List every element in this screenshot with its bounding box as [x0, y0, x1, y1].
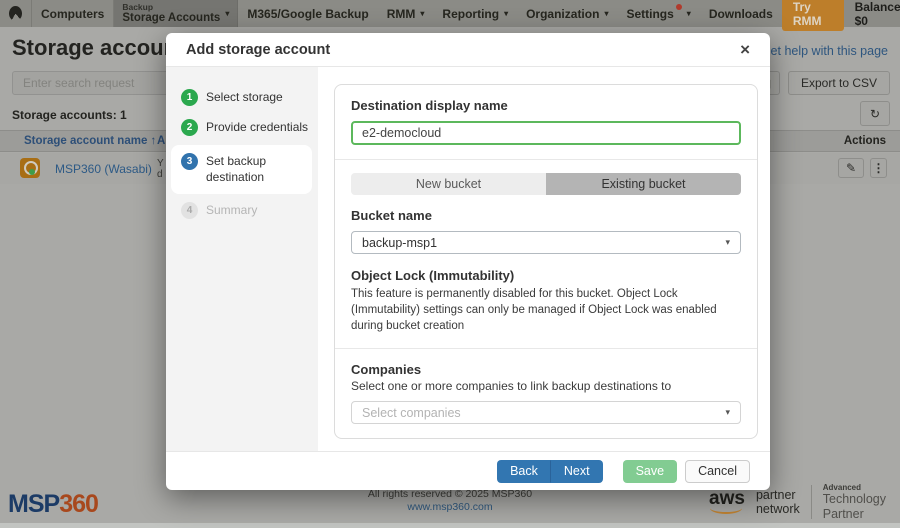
step-set-backup-destination[interactable]: 3 Set backup destination	[171, 145, 312, 194]
next-button[interactable]: Next	[551, 460, 603, 483]
nav-item-rmm[interactable]: RMM ▾	[378, 0, 434, 27]
export-csv-button[interactable]: Export to CSV	[788, 71, 890, 95]
column-header-storage-account-name[interactable]: Storage account name ↑	[24, 135, 156, 147]
caret-down-icon: ▾	[420, 10, 424, 18]
storage-accounts-count: Storage accounts: 1	[12, 108, 127, 122]
row-account-text: d	[157, 169, 163, 180]
caret-down-icon: ▾	[725, 237, 730, 248]
tab-new-bucket[interactable]: New bucket	[351, 173, 546, 195]
nav-item-settings[interactable]: Settings ▾	[617, 0, 699, 27]
bucket-tabs: New bucket Existing bucket	[351, 173, 741, 195]
wizard-stepper: 1 Select storage 2 Provide credentials 3…	[166, 67, 318, 451]
cancel-button[interactable]: Cancel	[685, 460, 750, 483]
nav-item-backup-storage-accounts[interactable]: Backup Storage Accounts ▾	[114, 0, 238, 27]
bottom-strip	[0, 523, 900, 528]
storage-account-link[interactable]: MSP360 (Wasabi)	[55, 162, 152, 176]
step-summary[interactable]: 4 Summary	[166, 196, 318, 226]
modal-footer: Back Next Save Cancel	[166, 451, 770, 490]
save-button[interactable]: Save	[623, 460, 678, 483]
nav-item-organization[interactable]: Organization ▾	[517, 0, 617, 27]
balance-label: Balance: $0	[855, 0, 900, 28]
nav-item-computers[interactable]: Computers	[32, 0, 114, 27]
destination-display-name-label: Destination display name	[351, 98, 741, 113]
close-icon[interactable]: ×	[740, 41, 750, 58]
app-logo[interactable]	[0, 0, 32, 27]
modal-content: Destination display name New bucket Exis…	[318, 67, 770, 451]
try-rmm-button[interactable]: Try RMM	[782, 0, 844, 31]
step-provide-credentials[interactable]: 2 Provide credentials	[166, 113, 318, 143]
add-storage-account-modal: Add storage account × 1 Select storage 2…	[166, 33, 770, 490]
refresh-icon: ↻	[870, 107, 880, 121]
step-number: 1	[181, 89, 198, 106]
bucket-section: New bucket Existing bucket Bucket name b…	[335, 159, 757, 348]
bucket-name-select[interactable]: backup-msp1 ▾	[351, 231, 741, 254]
tab-existing-bucket[interactable]: Existing bucket	[546, 173, 741, 195]
column-header-actions: Actions	[844, 135, 886, 147]
nav-item-downloads[interactable]: Downloads	[700, 0, 782, 27]
companies-subtitle: Select one or more companies to link bac…	[351, 379, 741, 393]
object-lock-title: Object Lock (Immutability)	[351, 268, 741, 283]
caret-down-icon: ▾	[687, 10, 691, 18]
nav-item-reporting[interactable]: Reporting ▾	[433, 0, 517, 27]
refresh-button[interactable]: ↻	[860, 101, 890, 126]
edit-icon: ✎	[846, 161, 856, 175]
back-button[interactable]: Back	[497, 460, 551, 483]
companies-select[interactable]: Select companies ▾	[351, 401, 741, 424]
nav-right-group: Try RMM Balance: $0 + Add ▾ ? ▾ ▾	[782, 0, 900, 27]
caret-down-icon: ▾	[725, 407, 730, 418]
aws-logo: aws	[709, 490, 745, 513]
row-actions: ✎ ⋮	[838, 158, 887, 178]
object-lock-description: This feature is permanently disabled for…	[351, 286, 741, 334]
destination-section: Destination display name	[335, 85, 757, 159]
notification-dot	[676, 4, 682, 10]
column-header-account[interactable]: A	[157, 135, 165, 147]
step-number: 4	[181, 202, 198, 219]
top-navigation: Computers Backup Storage Accounts ▾ M365…	[0, 0, 900, 27]
back-next-group: Back Next	[497, 460, 603, 483]
caret-down-icon: ▾	[604, 10, 608, 18]
step-select-storage[interactable]: 1 Select storage	[166, 83, 318, 113]
divider	[811, 485, 812, 519]
companies-section: Companies Select one or more companies t…	[335, 348, 757, 438]
msp360-pie-icon	[9, 6, 22, 21]
bucket-name-label: Bucket name	[351, 208, 741, 223]
destination-display-name-input[interactable]	[351, 121, 741, 145]
nav-item-m365-google-backup[interactable]: M365/Google Backup	[238, 0, 377, 27]
sort-asc-icon: ↑	[151, 135, 157, 147]
modal-title: Add storage account	[186, 42, 330, 58]
caret-down-icon: ▾	[225, 10, 229, 18]
more-actions-button[interactable]: ⋮	[870, 158, 887, 178]
caret-down-icon: ▾	[504, 10, 508, 18]
row-account-text: Y	[157, 158, 164, 169]
kebab-icon: ⋮	[873, 161, 885, 175]
edit-button[interactable]: ✎	[838, 158, 864, 178]
wasabi-storage-icon	[20, 158, 40, 178]
companies-label: Companies	[351, 362, 741, 377]
step-number: 3	[181, 153, 198, 170]
step-number: 2	[181, 119, 198, 136]
modal-header: Add storage account ×	[166, 33, 770, 67]
